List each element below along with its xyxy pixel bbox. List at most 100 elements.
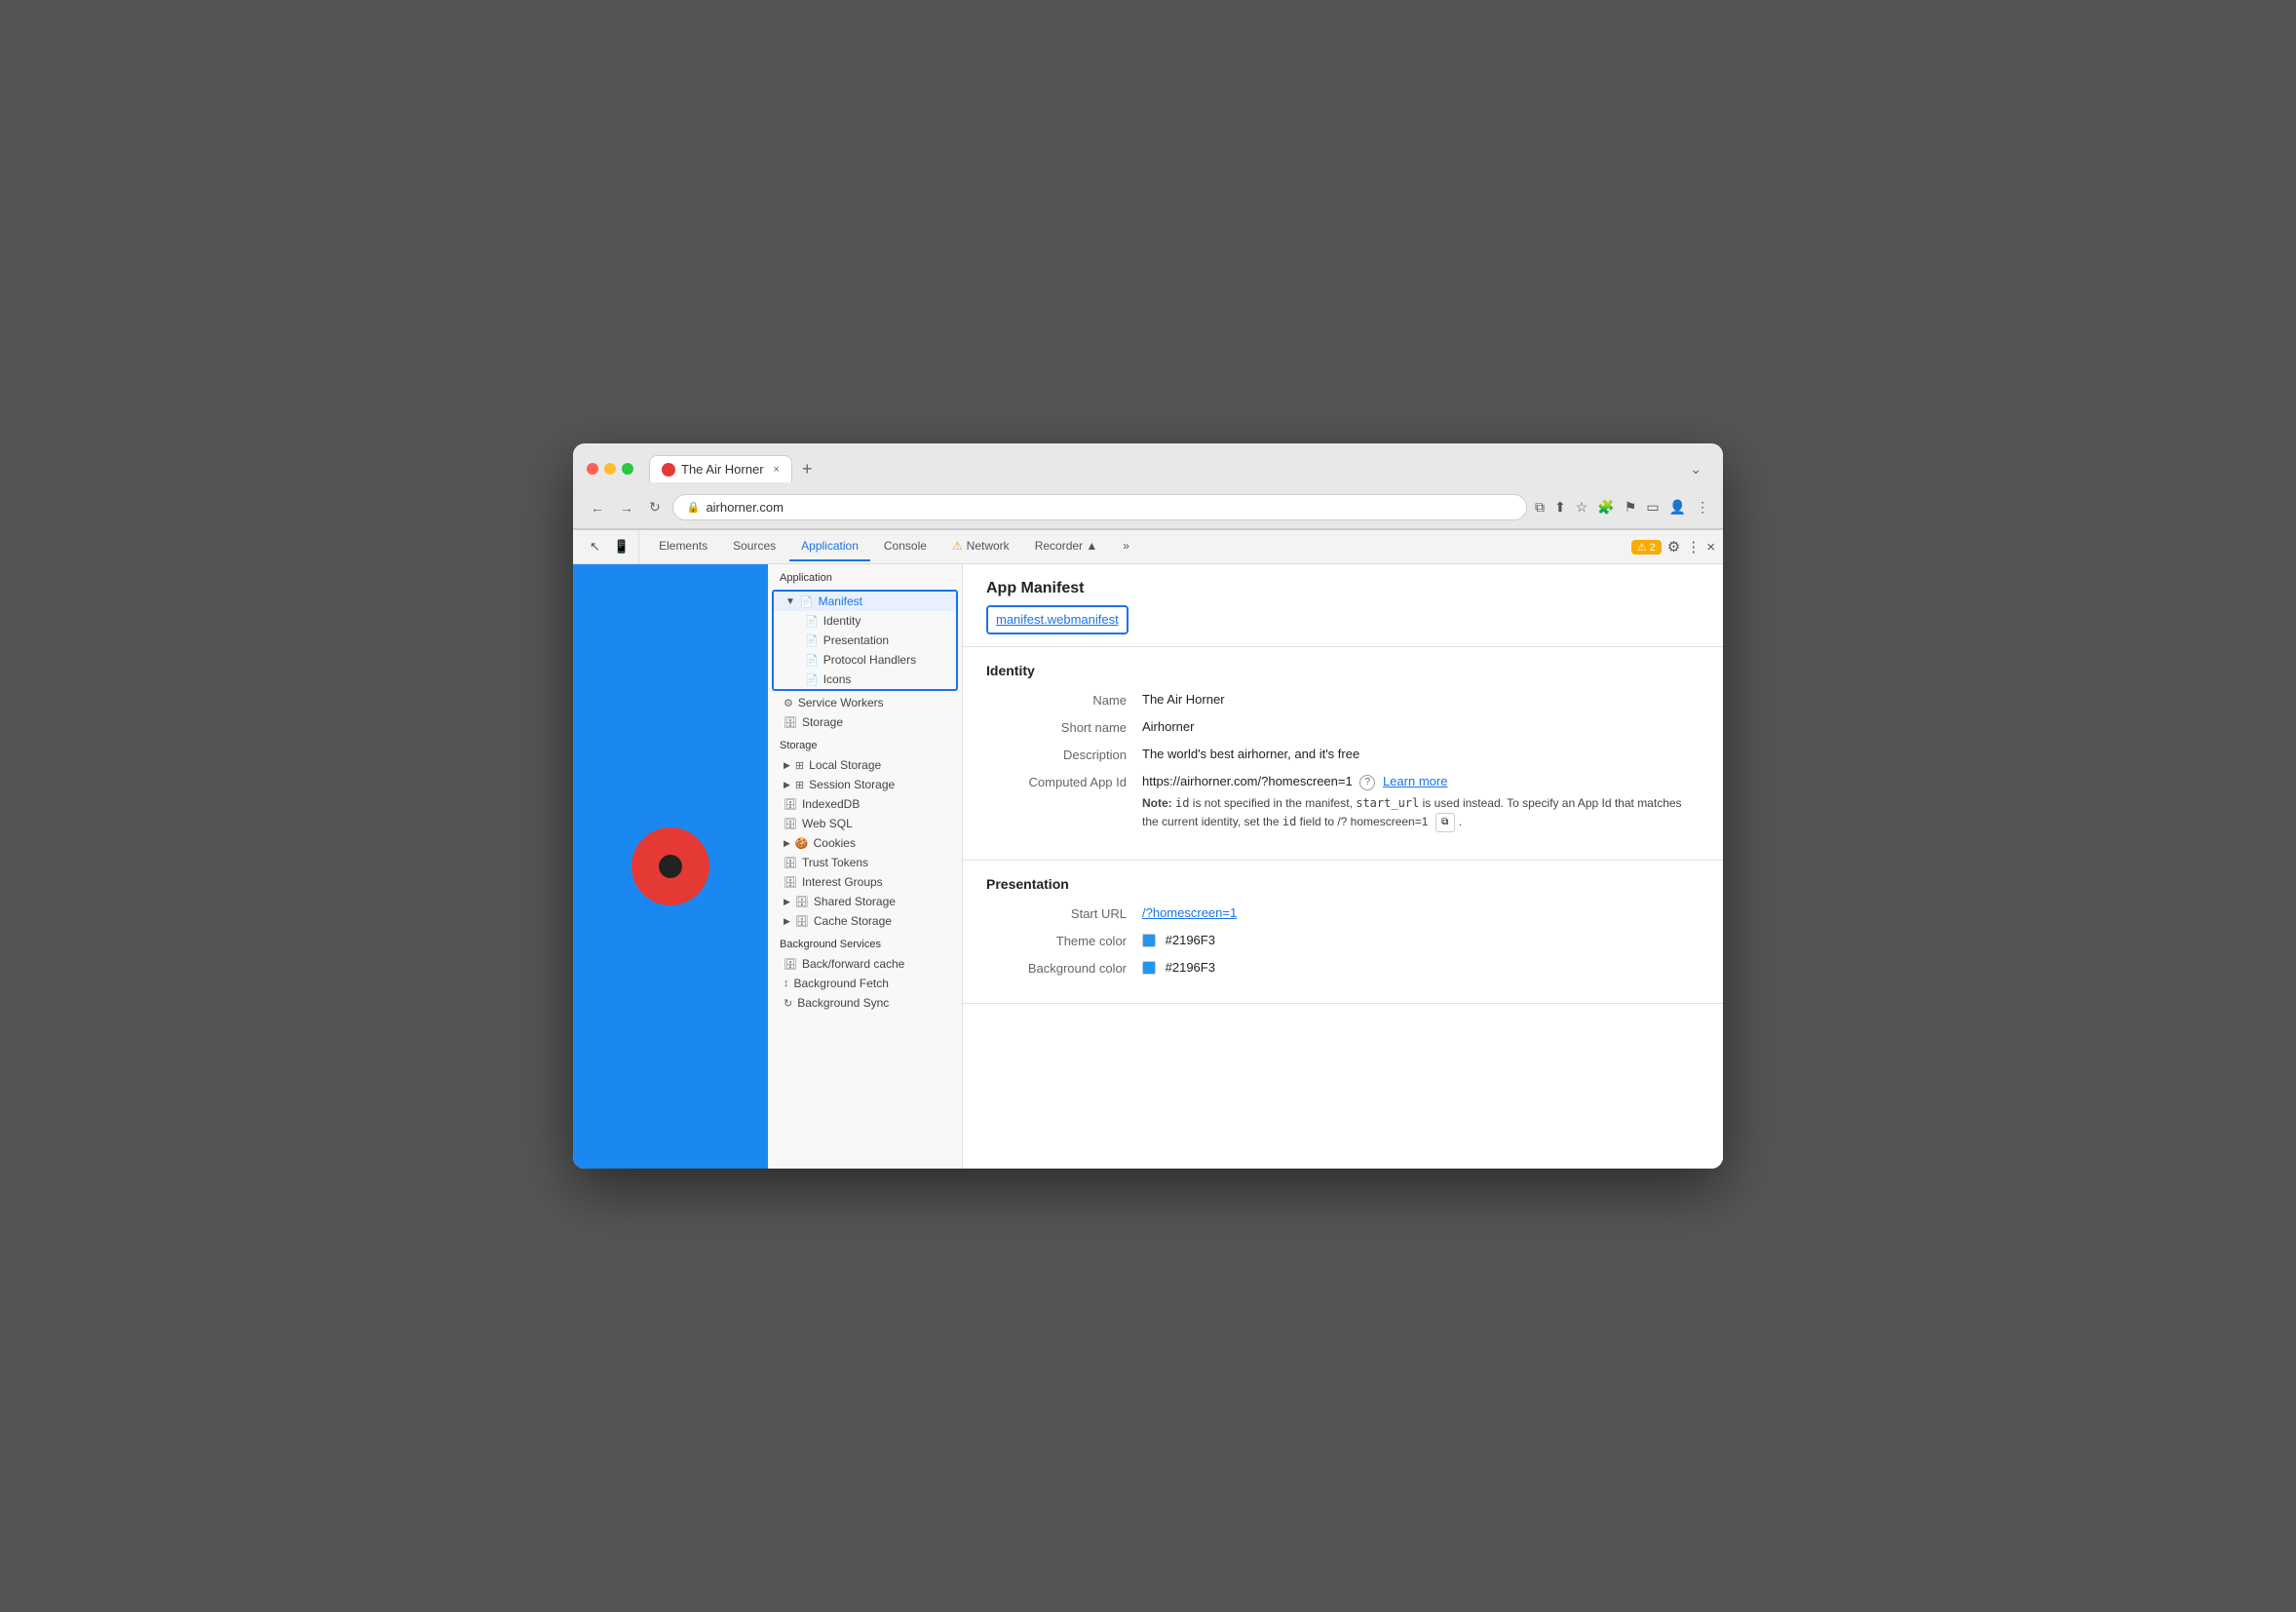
share-icon[interactable]: ⬆: [1554, 499, 1566, 516]
browser-tab[interactable]: The Air Horner ×: [649, 455, 792, 482]
refresh-button[interactable]: ↻: [645, 495, 665, 519]
tab-elements[interactable]: Elements: [647, 532, 719, 561]
sw-icon: ⚙: [784, 697, 793, 710]
devtools-close-icon[interactable]: ×: [1706, 539, 1715, 556]
flag-icon[interactable]: ⚑: [1625, 499, 1637, 516]
window-controls-chevron: ⌄: [1682, 457, 1709, 481]
device-icon[interactable]: 📱: [609, 536, 634, 557]
shared-storage-arrow: ▶: [784, 897, 790, 907]
lock-icon: 🔒: [687, 501, 701, 514]
field-start-url: Start URL /?homescreen=1: [986, 905, 1700, 921]
field-label-start-url: Start URL: [986, 905, 1142, 921]
field-label-theme-color: Theme color: [986, 933, 1142, 948]
field-value-background-color: #2196F3: [1142, 960, 1700, 976]
sidebar-item-protocol-handlers[interactable]: 📄 Protocol Handlers: [774, 650, 956, 670]
session-storage-icon: ⊞: [795, 779, 804, 791]
identity-section: Identity Name The Air Horner Short name …: [963, 647, 1723, 861]
main-content: App Manifest manifest.webmanifest Identi…: [963, 564, 1723, 1169]
manifest-group: ▼ 📄 Manifest 📄 Identity 📄 Presentation 📄: [772, 590, 958, 691]
bookmark-icon[interactable]: ☆: [1576, 499, 1588, 516]
traffic-lights: [587, 463, 633, 475]
extensions-icon[interactable]: 🧩: [1597, 499, 1614, 516]
settings-icon[interactable]: ⚙: [1667, 538, 1680, 556]
session-storage-arrow: ▶: [784, 780, 790, 790]
devtools-more-icon[interactable]: ⋮: [1686, 538, 1701, 556]
copy-button[interactable]: ⧉: [1435, 813, 1455, 832]
sidebar-item-trust-tokens[interactable]: 🗄 Trust Tokens: [768, 853, 962, 872]
learn-more-link[interactable]: Learn more: [1383, 774, 1447, 788]
field-label-background-color: Background color: [986, 960, 1142, 976]
start-url-link[interactable]: /?homescreen=1: [1142, 905, 1237, 920]
field-theme-color: Theme color #2196F3: [986, 933, 1700, 948]
field-label-description: Description: [986, 747, 1142, 762]
sidebar-item-icons[interactable]: 📄 Icons: [774, 670, 956, 689]
tab-close-button[interactable]: ×: [774, 464, 780, 476]
field-description: Description The world's best airhorner, …: [986, 747, 1700, 762]
tab-title: The Air Horner: [681, 462, 764, 477]
new-tab-button[interactable]: +: [796, 459, 819, 480]
sidebar-item-identity[interactable]: 📄 Identity: [774, 611, 956, 631]
sidebar-item-back-forward-cache[interactable]: 🗄 Back/forward cache: [768, 954, 962, 974]
field-label-computed-app-id: Computed App Id: [986, 774, 1142, 832]
storage-top-icon: 🗄: [784, 716, 797, 729]
field-value-start-url: /?homescreen=1: [1142, 905, 1700, 921]
tab-application[interactable]: Application: [789, 532, 870, 561]
tab-favicon: [662, 463, 675, 477]
network-warning-icon: ⚠: [952, 539, 963, 553]
sidebar-item-cookies[interactable]: ▶ 🍪 Cookies: [768, 833, 962, 853]
sidebar-item-local-storage[interactable]: ▶ ⊞ Local Storage: [768, 755, 962, 775]
tab-more[interactable]: »: [1111, 532, 1141, 561]
interest-groups-icon: 🗄: [784, 876, 797, 889]
theme-color-swatch[interactable]: [1142, 934, 1156, 947]
identity-title: Identity: [986, 663, 1700, 678]
traffic-light-yellow[interactable]: [604, 463, 616, 475]
sidebar-item-storage-top[interactable]: 🗄 Storage: [768, 712, 962, 732]
field-label-short-name: Short name: [986, 719, 1142, 735]
sidebar-item-indexed-db[interactable]: 🗄 IndexedDB: [768, 794, 962, 814]
open-tab-icon[interactable]: ⧉: [1535, 499, 1545, 516]
tab-console[interactable]: Console: [872, 532, 938, 561]
devtools-body: Application ▼ 📄 Manifest 📄 Identity 📄 P: [573, 564, 1723, 1169]
presentation-file-icon: 📄: [805, 634, 819, 647]
warning-badge: ⚠ 2: [1631, 540, 1662, 555]
sidebar-item-service-workers[interactable]: ⚙ Service Workers: [768, 693, 962, 712]
traffic-light-red[interactable]: [587, 463, 598, 475]
forward-button[interactable]: →: [616, 496, 637, 519]
devtools: ↖ 📱 Elements Sources Application Console…: [573, 529, 1723, 1169]
shared-storage-icon: 🗄: [795, 896, 809, 908]
sidebar-item-presentation[interactable]: 📄 Presentation: [774, 631, 956, 650]
sidebar-item-web-sql[interactable]: 🗄 Web SQL: [768, 814, 962, 833]
sidebar-item-background-sync[interactable]: ↻ Background Sync: [768, 993, 962, 1013]
indexed-db-icon: 🗄: [784, 798, 797, 811]
browser-page-preview: [573, 564, 768, 1169]
sidebar-item-interest-groups[interactable]: 🗄 Interest Groups: [768, 872, 962, 892]
manifest-link[interactable]: manifest.webmanifest: [996, 612, 1119, 627]
address-bar[interactable]: 🔒 airhorner.com: [672, 494, 1527, 520]
back-button[interactable]: ←: [587, 496, 608, 519]
field-computed-app-id: Computed App Id https://airhorner.com/?h…: [986, 774, 1700, 832]
background-color-swatch[interactable]: [1142, 961, 1156, 975]
trust-tokens-icon: 🗄: [784, 857, 797, 869]
field-background-color: Background color #2196F3: [986, 960, 1700, 976]
tab-sources[interactable]: Sources: [721, 532, 787, 561]
protocol-file-icon: 📄: [805, 654, 819, 667]
tab-recorder[interactable]: Recorder ▲: [1023, 532, 1110, 561]
sidebar-item-manifest[interactable]: ▼ 📄 Manifest: [774, 592, 956, 611]
menu-icon[interactable]: ⋮: [1696, 499, 1709, 516]
computed-app-id-help-icon[interactable]: ?: [1359, 775, 1375, 790]
bg-services-header: Background Services: [768, 931, 962, 954]
profile-icon[interactable]: 👤: [1669, 499, 1686, 516]
tab-network[interactable]: ⚠ Network: [940, 532, 1021, 561]
cache-storage-arrow: ▶: [784, 916, 790, 927]
sidebar-item-cache-storage[interactable]: ▶ 🗄 Cache Storage: [768, 911, 962, 931]
field-value-name: The Air Horner: [1142, 692, 1700, 708]
cursor-icon[interactable]: ↖: [585, 536, 605, 557]
sidebar-item-session-storage[interactable]: ▶ ⊞ Session Storage: [768, 775, 962, 794]
sidebar-item-background-fetch[interactable]: ↕ Background Fetch: [768, 974, 962, 993]
field-value-theme-color: #2196F3: [1142, 933, 1700, 948]
app-manifest-header: App Manifest manifest.webmanifest: [963, 564, 1723, 647]
sidebar-item-shared-storage[interactable]: ▶ 🗄 Shared Storage: [768, 892, 962, 911]
manifest-link-box: manifest.webmanifest: [986, 605, 1129, 634]
split-view-icon[interactable]: ▭: [1646, 499, 1659, 516]
traffic-light-green[interactable]: [622, 463, 633, 475]
